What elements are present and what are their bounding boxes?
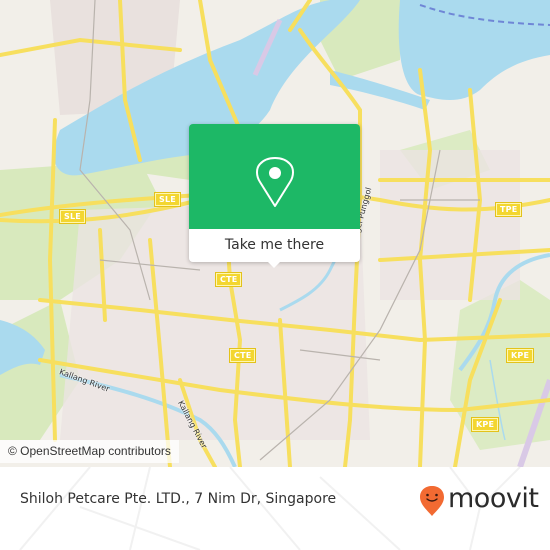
footer: Shiloh Petcare Pte. LTD., 7 Nim Dr, Sing… xyxy=(0,467,550,550)
destination-popup: Take me there xyxy=(189,124,360,268)
moovit-pin-icon xyxy=(420,486,444,516)
moovit-wordmark: moovit xyxy=(448,483,539,514)
road-shield-cte: CTE xyxy=(230,349,256,362)
map-view[interactable]: SLE SLE CTE CTE TPE KPE KPE Kallang Rive… xyxy=(0,0,550,467)
take-me-there-button[interactable]: Take me there xyxy=(189,229,360,262)
road-shield-kpe: KPE xyxy=(472,418,499,431)
map-pin-icon xyxy=(256,157,294,207)
road-shield-kpe: KPE xyxy=(507,349,534,362)
road-shield-tpe: TPE xyxy=(496,203,522,216)
road-shield-cte: CTE xyxy=(216,273,242,286)
map-attribution[interactable]: © OpenStreetMap contributors xyxy=(0,440,179,463)
popup-pointer xyxy=(266,260,282,268)
road-shield-sle: SLE xyxy=(60,210,85,223)
road-shield-sle: SLE xyxy=(155,193,180,206)
moovit-logo[interactable]: moovit xyxy=(418,483,539,517)
popup-header xyxy=(189,124,360,229)
place-address: Shiloh Petcare Pte. LTD., 7 Nim Dr, Sing… xyxy=(20,491,337,507)
